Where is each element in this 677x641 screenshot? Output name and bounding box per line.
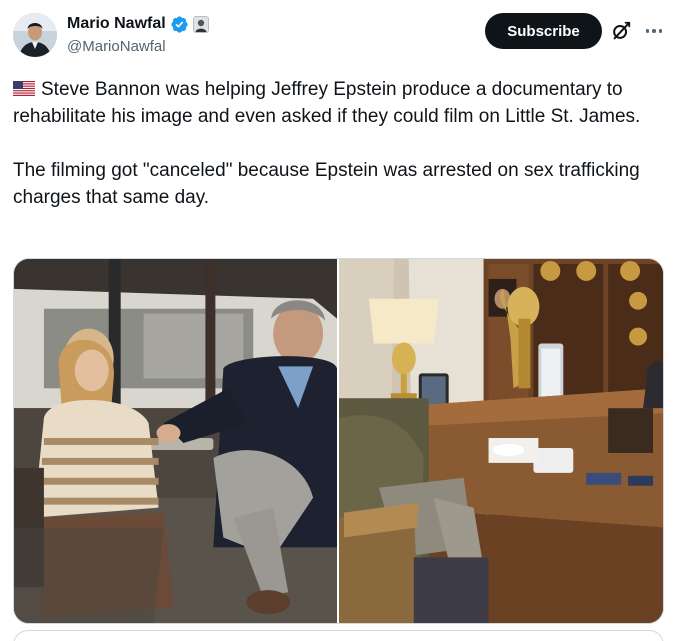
more-icon[interactable] xyxy=(643,20,665,42)
more-dot xyxy=(645,29,650,33)
media-grid xyxy=(13,258,664,624)
affiliate-badge-icon[interactable] xyxy=(192,15,209,33)
author-display-name[interactable]: Mario Nawfal xyxy=(67,15,166,33)
author-avatar[interactable] xyxy=(13,13,57,57)
verified-badge-icon[interactable] xyxy=(170,15,189,34)
more-dot xyxy=(658,29,663,33)
us-flag-icon xyxy=(13,81,35,96)
photo-office-desk xyxy=(339,259,663,623)
author-name-row: Mario Nawfal xyxy=(67,13,209,35)
author-handle[interactable]: @MarioNawfal xyxy=(67,38,166,55)
profile-photo xyxy=(13,13,57,57)
tweet-paragraph-1: Steve Bannon was helping Jeffrey Epstein… xyxy=(13,79,641,127)
subscribe-button[interactable]: Subscribe xyxy=(485,13,602,49)
next-card-edge xyxy=(13,630,664,641)
more-dot xyxy=(652,29,656,33)
photo-outdoor-cafe xyxy=(14,259,337,623)
grok-icon[interactable] xyxy=(610,20,632,42)
tweet-paragraph: Steve Bannon was helping Jeffrey Epstein… xyxy=(13,76,665,130)
media-photo-1[interactable] xyxy=(14,259,337,623)
tweet-text: Steve Bannon was helping Jeffrey Epstein… xyxy=(13,76,665,211)
affiliate-face-icon xyxy=(193,16,208,32)
tweet-paragraph-2: The filming got "canceled" because Epste… xyxy=(13,160,640,208)
tweet: Mario Nawfal @MarioNawfal Subscribe Stev… xyxy=(0,0,677,641)
media-photo-2[interactable] xyxy=(339,259,663,623)
